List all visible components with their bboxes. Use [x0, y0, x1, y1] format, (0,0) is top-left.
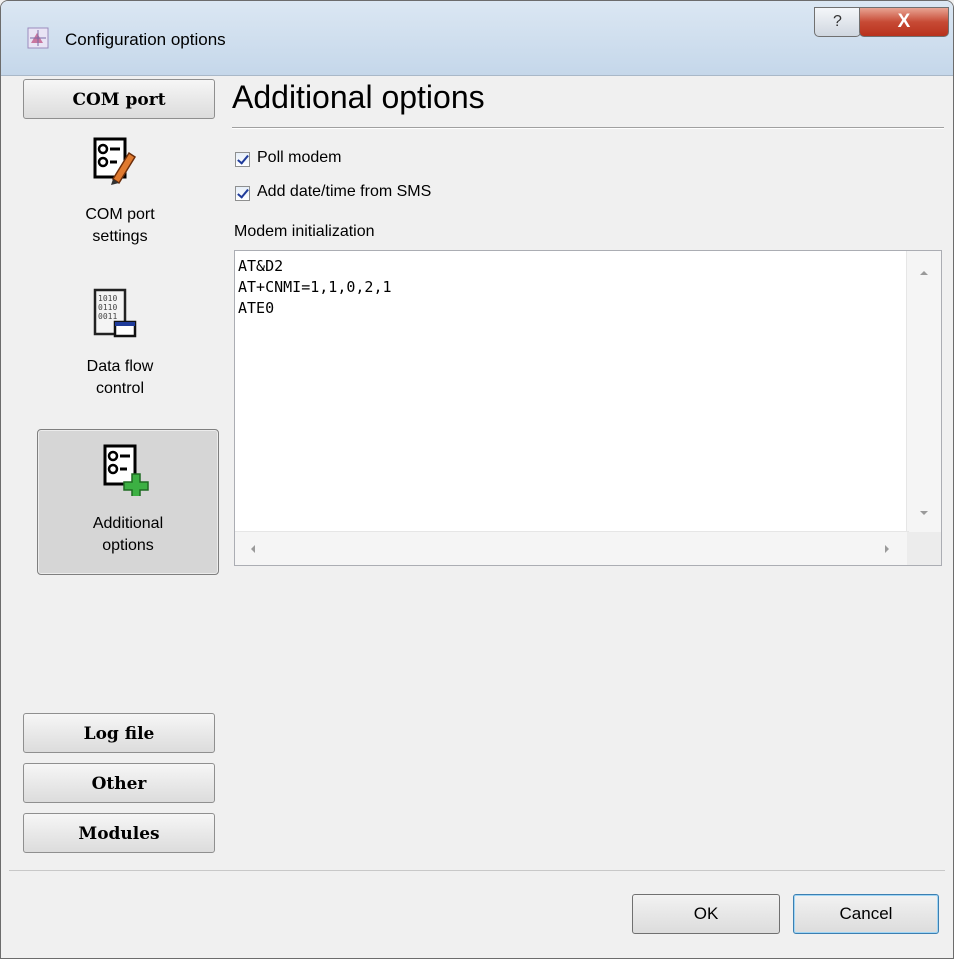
nav-item-data-flow-control[interactable]: 1010 0110 0011 Data flow control	[31, 284, 209, 410]
nav-item-label: Data flow control	[86, 358, 154, 397]
svg-text:0110: 0110	[98, 303, 117, 312]
scroll-right-arrow-icon[interactable]	[883, 543, 891, 555]
scroll-up-arrow-icon[interactable]	[918, 269, 930, 277]
nav-item-additional-options[interactable]: Additional options	[37, 429, 219, 575]
settings-add-icon	[103, 444, 149, 496]
add-datetime-checkbox[interactable]	[235, 186, 250, 201]
page-title: Additional options	[232, 79, 485, 115]
footer-divider	[9, 870, 945, 871]
svg-text:0011: 0011	[98, 312, 117, 321]
scroll-left-arrow-icon[interactable]	[249, 543, 257, 555]
poll-modem-checkbox[interactable]	[235, 152, 250, 167]
poll-modem-label[interactable]: Poll modem	[257, 149, 341, 167]
scrollbar-corner	[907, 532, 941, 565]
log-file-section-button[interactable]: Log file	[23, 713, 215, 753]
other-section-button[interactable]: Other	[23, 763, 215, 803]
add-datetime-label[interactable]: Add date/time from SMS	[257, 183, 431, 201]
help-button[interactable]: ?	[814, 7, 861, 37]
settings-edit-icon	[93, 137, 137, 185]
svg-text:1010: 1010	[98, 294, 117, 303]
modem-initialization-text[interactable]: AT&D2 AT+CNMI=1,1,0,2,1 ATE0	[238, 256, 392, 319]
modem-initialization-textarea[interactable]: AT&D2 AT+CNMI=1,1,0,2,1 ATE0	[234, 250, 942, 566]
ok-button[interactable]: OK	[632, 894, 780, 934]
com-port-section-button[interactable]: COM port	[23, 79, 215, 119]
vertical-scrollbar[interactable]	[906, 251, 941, 533]
cancel-button[interactable]: Cancel	[793, 894, 939, 934]
close-button[interactable]: X	[859, 7, 949, 37]
window-title: Configuration options	[65, 30, 226, 49]
nav-item-label: COM port settings	[85, 206, 155, 245]
binary-data-icon: 1010 0110 0011	[93, 288, 137, 338]
configuration-dialog: Configuration options ? X COM port COM p…	[0, 0, 954, 959]
nav-item-com-port-settings[interactable]: COM port settings	[31, 133, 209, 259]
modem-initialization-label: Modem initialization	[234, 223, 375, 240]
app-icon	[27, 27, 49, 49]
modules-section-button[interactable]: Modules	[23, 813, 215, 853]
horizontal-scrollbar[interactable]	[235, 531, 909, 565]
scroll-down-arrow-icon[interactable]	[918, 509, 930, 517]
heading-divider	[232, 127, 944, 129]
nav-item-label: Additional options	[92, 515, 164, 554]
title-bar: Configuration options ? X	[1, 1, 953, 76]
